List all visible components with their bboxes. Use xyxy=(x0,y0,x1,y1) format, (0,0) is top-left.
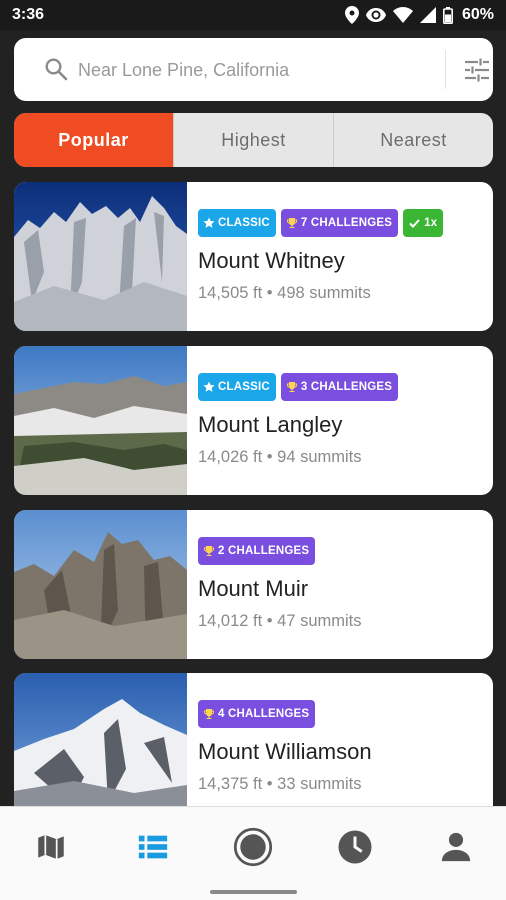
peak-photo xyxy=(14,673,187,822)
peak-info: CLASSIC 3 CHALLENGES Mount Langley 14,02… xyxy=(198,346,493,495)
badge-label: 2 CHALLENGES xyxy=(218,545,310,557)
trophy-icon xyxy=(204,546,214,556)
history-clock-icon xyxy=(338,830,372,864)
star-icon xyxy=(203,217,215,228)
filter-sliders-icon[interactable] xyxy=(464,58,490,82)
peak-stats: 14,375 ft • 33 summits xyxy=(198,775,362,793)
peak-card-mount-langley[interactable]: CLASSIC 3 CHALLENGES Mount Langley 14,02… xyxy=(14,346,493,495)
badge-row: CLASSIC 3 CHALLENGES xyxy=(198,373,399,401)
peak-name: Mount Williamson xyxy=(198,739,372,764)
badge-row: CLASSIC 7 CHALLENGES 1x xyxy=(198,209,444,237)
tab-nearest[interactable]: Nearest xyxy=(333,113,493,167)
profile-icon xyxy=(441,832,471,862)
eye-icon xyxy=(365,8,386,22)
peak-name: Mount Whitney xyxy=(198,248,345,273)
sort-tabs: Popular Highest Nearest xyxy=(14,113,493,167)
peak-photo xyxy=(14,346,187,495)
home-indicator[interactable] xyxy=(210,890,297,894)
peak-name: Mount Langley xyxy=(198,412,343,437)
tab-highest[interactable]: Highest xyxy=(173,113,333,167)
badge-label: 4 CHALLENGES xyxy=(218,708,310,720)
peak-photo xyxy=(14,510,187,659)
classic-badge: CLASSIC xyxy=(198,373,276,401)
status-time: 3:36 xyxy=(12,6,45,23)
check-icon xyxy=(409,219,420,228)
peak-info: 2 CHALLENGES Mount Muir 14,012 ft • 47 s… xyxy=(198,510,493,659)
summited-badge: 1x xyxy=(403,209,444,237)
list-icon xyxy=(138,835,168,859)
challenges-badge: 4 CHALLENGES xyxy=(198,700,316,728)
badge-row: 4 CHALLENGES xyxy=(198,700,316,728)
challenges-badge: 7 CHALLENGES xyxy=(280,209,399,237)
peak-info: CLASSIC 7 CHALLENGES 1x Mount Whitney 14… xyxy=(198,182,493,331)
map-icon xyxy=(38,834,64,860)
nav-list[interactable] xyxy=(133,827,173,867)
peak-card-mount-whitney[interactable]: CLASSIC 7 CHALLENGES 1x Mount Whitney 14… xyxy=(14,182,493,331)
search-bar[interactable] xyxy=(14,38,493,101)
battery-percent: 60% xyxy=(461,6,494,23)
status-icons: 60% xyxy=(344,6,494,24)
badge-label: 3 CHALLENGES xyxy=(300,381,393,393)
badge-row: 2 CHALLENGES xyxy=(198,537,316,565)
nav-profile[interactable] xyxy=(436,827,476,867)
peak-card-mount-williamson[interactable]: 4 CHALLENGES Mount Williamson 14,375 ft … xyxy=(14,673,493,822)
badge-label: 7 CHALLENGES xyxy=(300,217,393,229)
status-bar: 3:36 60% xyxy=(0,0,506,30)
challenges-badge: 2 CHALLENGES xyxy=(198,537,316,565)
trophy-icon xyxy=(286,218,297,228)
peak-photo xyxy=(14,182,187,331)
peak-stats: 14,012 ft • 47 summits xyxy=(198,612,362,630)
battery-icon xyxy=(442,6,453,24)
badge-label: CLASSIC xyxy=(218,381,270,393)
location-icon xyxy=(344,6,359,24)
bottom-nav xyxy=(0,806,506,900)
badge-label: CLASSIC xyxy=(218,217,270,229)
challenges-badge: 3 CHALLENGES xyxy=(280,373,399,401)
signal-icon xyxy=(419,7,436,23)
peak-card-mount-muir[interactable]: 2 CHALLENGES Mount Muir 14,012 ft • 47 s… xyxy=(14,510,493,659)
nav-history[interactable] xyxy=(335,827,375,867)
star-icon xyxy=(203,381,215,392)
nav-record[interactable] xyxy=(233,827,273,867)
classic-badge: CLASSIC xyxy=(198,209,276,237)
badge-label: 1x xyxy=(424,217,438,229)
peak-info: 4 CHALLENGES Mount Williamson 14,375 ft … xyxy=(198,673,493,822)
wifi-icon xyxy=(392,7,413,23)
peak-stats: 14,505 ft • 498 summits xyxy=(198,284,371,302)
trophy-icon xyxy=(204,709,214,719)
trophy-icon xyxy=(286,382,297,392)
record-icon xyxy=(233,827,273,867)
search-input[interactable] xyxy=(78,52,428,88)
nav-map[interactable] xyxy=(31,827,71,867)
peak-name: Mount Muir xyxy=(198,576,309,601)
search-divider xyxy=(445,50,446,89)
peak-stats: 14,026 ft • 94 summits xyxy=(198,448,362,466)
search-icon[interactable] xyxy=(44,57,68,81)
tab-popular[interactable]: Popular xyxy=(14,113,173,167)
